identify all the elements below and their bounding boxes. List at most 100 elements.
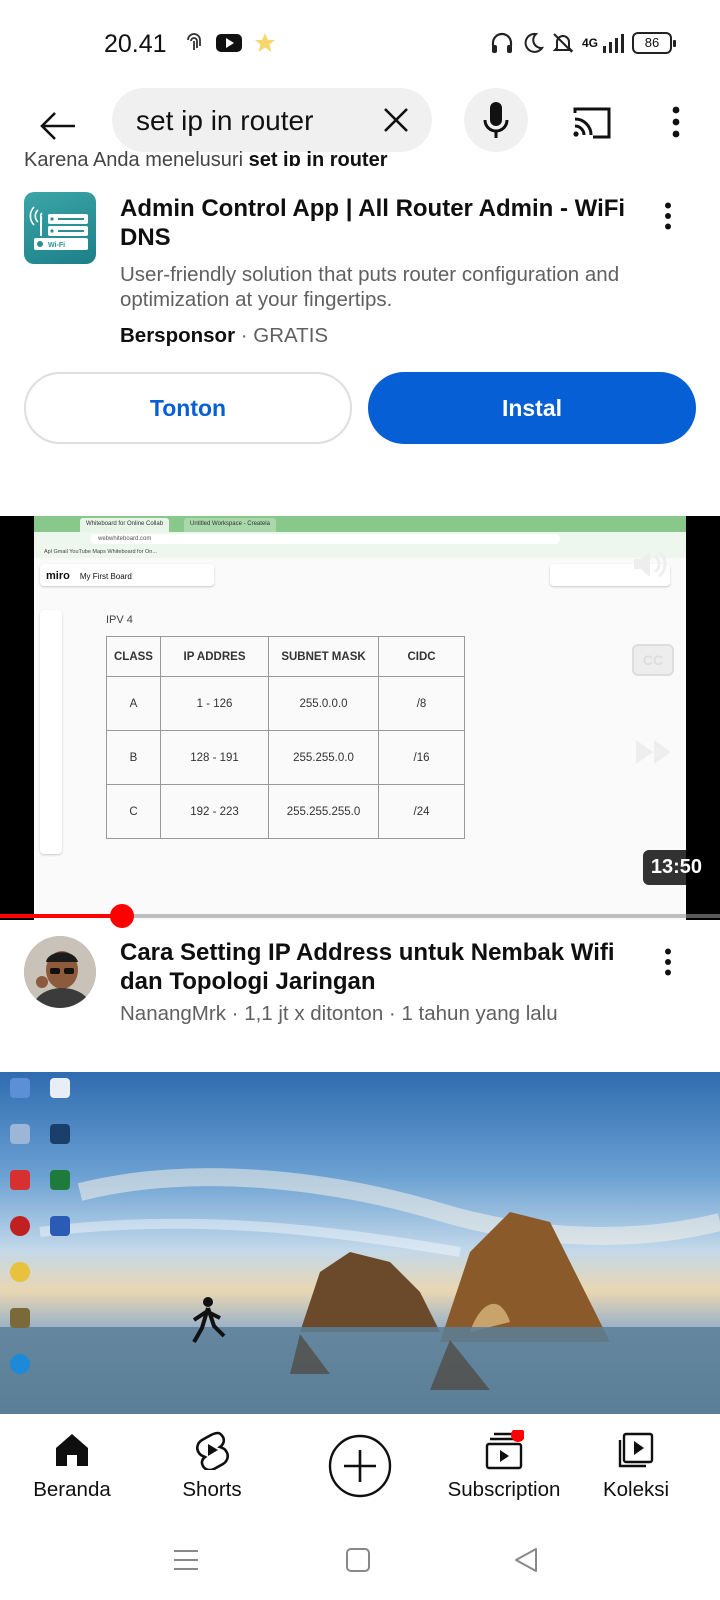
table-row: B 128 - 191 255.255.0.0 /16 [106,730,465,785]
battery-icon: 86 [632,32,676,54]
nav-subscriptions[interactable]: Subscription [434,1430,574,1502]
table-row: A 1 - 126 255.0.0.0 /8 [106,676,465,731]
subscriptions-icon [485,1430,524,1470]
recovery-icon [50,1078,70,1098]
upload-age: 1 tahun yang lalu [401,1002,558,1025]
back-triangle-icon[interactable] [510,1544,542,1576]
youtube-icon [216,34,242,52]
more-vert-icon [672,106,680,138]
home-square-icon[interactable] [342,1544,374,1576]
video-thumbnail-2[interactable] [0,1072,720,1414]
table-header: CIDC [378,636,465,677]
chrome-icon [10,1262,30,1282]
browser-tab: Untitled Workspace - Createla [184,518,276,532]
volume-icon[interactable] [628,544,668,584]
install-button[interactable]: Instal [368,372,696,444]
ad-description: User-friendly solution that puts router … [120,263,620,311]
cast-button[interactable] [568,98,616,146]
sponsored-label: Bersponsor [120,324,236,347]
table-header: CLASS [106,636,161,677]
video-info[interactable]: Cara Setting IP Address untuk Nembak Wif… [0,930,720,1050]
library-icon [618,1432,654,1468]
browser-url: webwhiteboard.com [90,534,560,544]
network-label: 4G [581,36,598,50]
video-metadata: NanangMrk · 1,1 jt x ditonton · 1 tahun … [120,1002,558,1025]
edge-icon [10,1354,30,1374]
ad-icon-label: Wi-Fi [48,242,65,249]
shorts-icon [196,1431,229,1470]
router-icon: Wi-Fi [29,206,88,250]
search-query[interactable]: set ip in router [136,105,313,137]
table-heading: IPV 4 [106,614,133,626]
home-icon [56,1434,88,1466]
video-thumbnail[interactable]: Whiteboard for Online Collab Untitled Wo… [0,516,720,920]
nav-library[interactable]: Koleksi [576,1430,696,1502]
ad-app-icon[interactable]: Wi-Fi [24,192,96,264]
ad-title[interactable]: Admin Control App | All Router Admin - W… [120,194,632,252]
video-duration: 13:50 [642,850,710,885]
fingerprint-icon [187,33,201,50]
table-row: C 192 - 223 255.255.255.0 /24 [106,784,465,839]
video-progress-bar[interactable] [0,914,720,918]
terminal-icon [50,1124,70,1144]
bell-off-icon [552,33,574,53]
app-icon [10,1170,30,1190]
bottom-navigation: Beranda Shorts Subscription Koleksi [0,1414,720,1522]
progress-scrubber[interactable] [110,904,135,928]
nav-label: Shorts [182,1478,242,1501]
status-time: 20.41 [104,30,167,58]
record-icon [10,1216,30,1236]
ad-menu-button[interactable] [654,196,682,236]
nav-label: Subscription [447,1478,561,1501]
channel-avatar[interactable] [24,936,96,1008]
fast-forward-icon[interactable] [634,736,674,768]
voice-search-button[interactable] [464,88,528,152]
video-menu-button[interactable] [654,942,682,982]
more-vert-icon [665,202,671,230]
thumbnail-screen: Whiteboard for Online Collab Untitled Wo… [34,516,686,920]
more-options-button[interactable] [656,98,696,146]
arrow-left-icon [40,112,75,140]
signal-icon [603,34,624,53]
microphone-icon [483,102,509,138]
table-header: SUBNET MASK [268,636,379,677]
cast-icon [573,107,611,139]
ad-meta: Bersponsor · GRATIS [120,324,329,347]
recycle-bin-icon [10,1124,30,1144]
back-button[interactable] [30,98,86,154]
video-title[interactable]: Cara Setting IP Address untuk Nembak Wif… [120,938,630,996]
app-icon [10,1308,30,1328]
moon-icon [524,32,544,53]
progress-fill [0,914,123,918]
miro-toolbar [40,610,62,854]
nav-label: Koleksi [602,1478,670,1501]
captions-button[interactable]: CC [632,644,674,676]
nav-shorts[interactable]: Shorts [152,1430,272,1502]
miro-board: miro My First Board IPV 4 CLASS IP ADDRES… [34,558,686,920]
word-icon [50,1216,70,1236]
bookmarks-bar: Apl Gmail YouTube Maps Whiteboard for On… [34,546,686,558]
system-navigation [0,1522,720,1600]
status-bar: 20.41 4G 86 [0,0,720,88]
watch-button[interactable]: Tonton [24,372,352,444]
desktop-icons [6,1078,76,1414]
ad-price: GRATIS [253,324,329,347]
nav-home[interactable]: Beranda [12,1430,132,1502]
computer-icon [10,1078,30,1098]
more-vert-icon [665,948,671,976]
star-icon [255,33,275,52]
table-header: IP ADDRES [160,636,269,677]
excel-icon [50,1170,70,1190]
create-button[interactable] [328,1434,392,1498]
headphones-icon [491,32,513,53]
search-reason-text: Karena Anda menelusuri set ip in router [24,150,388,166]
desktop-wallpaper [0,1168,720,1414]
channel-name[interactable]: NanangMrk [120,1002,226,1025]
miro-logo: miro [46,570,70,582]
board-name: My First Board [79,572,132,581]
view-count: 1,1 jt x ditonton [244,1002,384,1025]
menu-icon[interactable] [170,1544,202,1576]
ip-class-table: CLASS IP ADDRES SUBNET MASK CIDC A 1 - 1… [106,636,465,839]
search-input[interactable]: set ip in router [112,88,432,152]
clear-search-icon[interactable] [378,102,414,138]
